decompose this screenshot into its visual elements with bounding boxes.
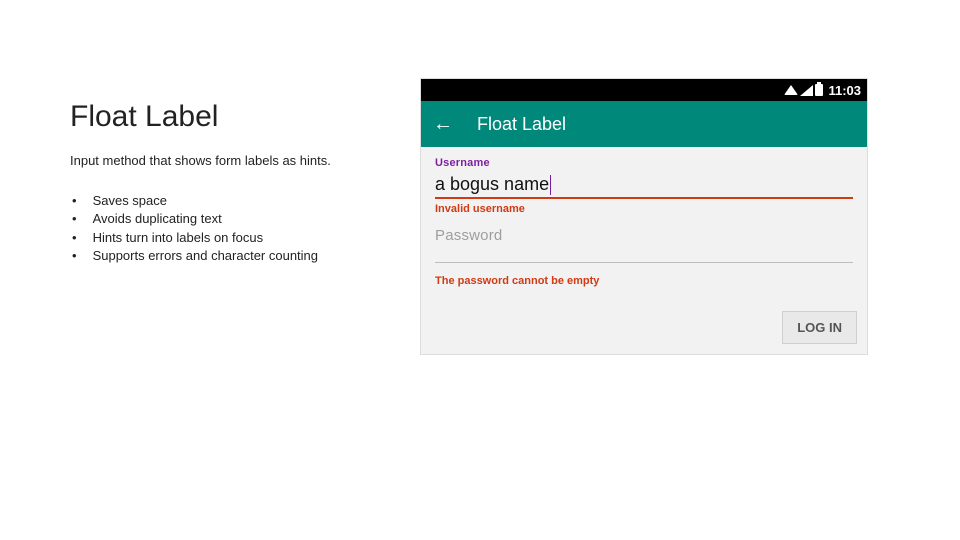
- form-area: Username a bogus name Invalid username P…: [421, 147, 867, 303]
- slide-subtitle: Input method that shows form labels as h…: [70, 152, 350, 170]
- username-underline: [435, 197, 853, 199]
- text-column: Float Label Input method that shows form…: [0, 0, 400, 540]
- clock-text: 11:03: [828, 83, 861, 98]
- list-item: Saves space: [72, 192, 400, 210]
- password-label: Password: [435, 227, 853, 244]
- back-icon[interactable]: ←: [433, 113, 453, 136]
- appbar-title: Float Label: [477, 114, 566, 135]
- username-label: Username: [435, 157, 853, 169]
- list-item: Supports errors and character counting: [72, 247, 400, 265]
- slide-title: Float Label: [70, 100, 400, 134]
- bullet-list: Saves space Avoids duplicating text Hint…: [70, 192, 400, 265]
- status-bar: 11:03: [421, 79, 867, 101]
- username-value: a bogus name: [435, 174, 549, 197]
- password-field[interactable]: Password The password cannot be empty: [435, 227, 853, 287]
- password-error: The password cannot be empty: [435, 275, 853, 287]
- signal-icon: [800, 85, 813, 96]
- device-mock: 11:03 ← Float Label Username a bogus nam…: [420, 78, 868, 355]
- wifi-icon: [784, 85, 798, 95]
- username-error: Invalid username: [435, 203, 853, 215]
- battery-icon: [815, 84, 823, 96]
- list-item: Avoids duplicating text: [72, 210, 400, 228]
- button-row: LOG IN: [421, 303, 867, 354]
- app-bar: ← Float Label: [421, 101, 867, 147]
- text-cursor-icon: [550, 175, 551, 195]
- username-field[interactable]: Username a bogus name Invalid username: [435, 157, 853, 215]
- username-input[interactable]: a bogus name: [435, 169, 853, 197]
- list-item: Hints turn into labels on focus: [72, 229, 400, 247]
- phone-frame: 11:03 ← Float Label Username a bogus nam…: [420, 78, 868, 355]
- login-button[interactable]: LOG IN: [782, 311, 857, 344]
- slide: Float Label Input method that shows form…: [0, 0, 960, 540]
